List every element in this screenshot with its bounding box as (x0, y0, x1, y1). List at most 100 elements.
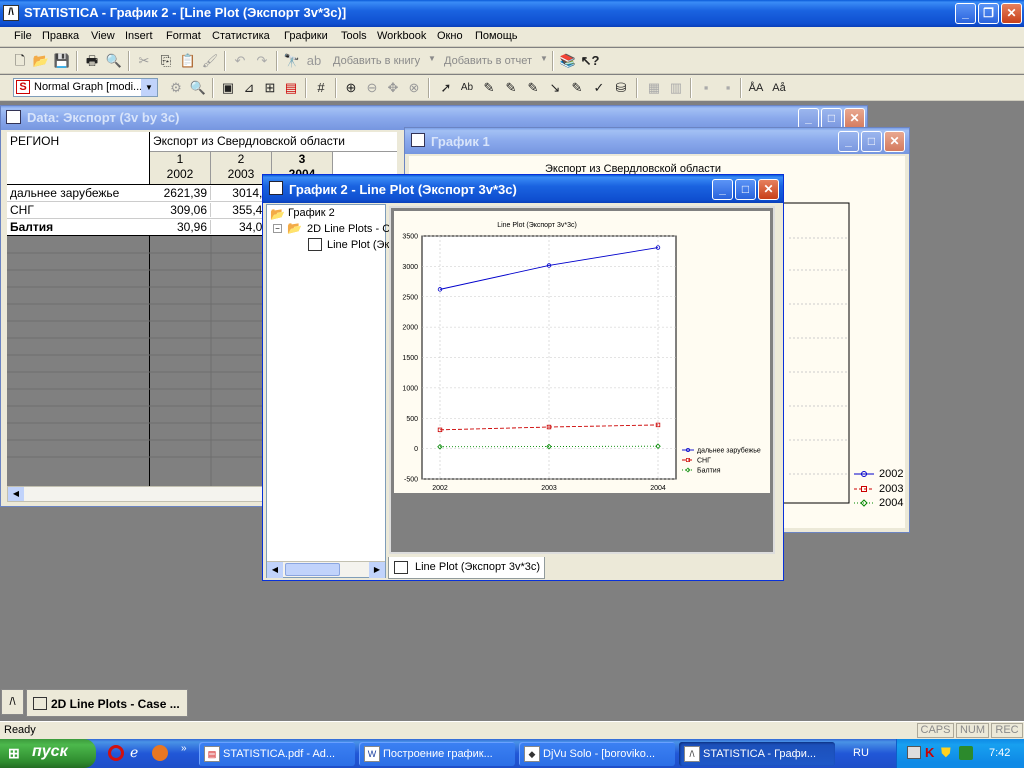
menu-tools[interactable]: Tools (341, 27, 367, 45)
embed-object-icon[interactable]: ⛁ (611, 78, 631, 98)
save-icon[interactable]: 💾 (52, 51, 72, 71)
graph-layout-icon[interactable]: ▤ (281, 78, 301, 98)
find-icon[interactable]: 🔭 (282, 51, 302, 71)
scroll-right-icon[interactable]: ▶ (369, 562, 385, 578)
taskbar-item-word[interactable]: W Построение график... (359, 742, 515, 766)
tree-horizontal-scrollbar[interactable]: ◀ ▶ (267, 561, 385, 578)
graph-icon[interactable]: ▣ (218, 78, 238, 98)
pointer-icon[interactable]: ➚ (436, 78, 456, 98)
draw-arc-icon[interactable]: ✎ (523, 78, 543, 98)
language-indicator[interactable]: RU (853, 747, 869, 759)
shield-icon[interactable]: ⛊ (941, 745, 951, 761)
scroll-thumb[interactable] (285, 563, 340, 576)
format-painter-icon[interactable]: 🖌 (200, 51, 220, 71)
tree-child[interactable]: 2D Line Plots - C (307, 223, 390, 235)
app-title-bar[interactable]: /\ STATISTICA - График 2 - [Line Plot (Э… (0, 0, 1024, 27)
menu-statistics[interactable]: Статистика (212, 27, 270, 45)
menu-view[interactable]: View (91, 27, 115, 45)
zoom-out-icon[interactable]: ⊖ (362, 78, 382, 98)
menu-graphs[interactable]: Графики (284, 27, 328, 45)
graph-fit-icon[interactable]: ⊿ (239, 78, 259, 98)
maximize-button[interactable]: □ (861, 131, 882, 152)
firefox-icon[interactable] (152, 745, 168, 761)
help-pointer-icon[interactable]: ↖? (580, 51, 600, 71)
bring-front-icon[interactable]: ▪ (696, 78, 716, 98)
tree-pane[interactable]: 📂 График 2 − 📂 2D Line Plots - C Line Pl… (266, 204, 395, 578)
chevron-down-icon[interactable]: ▼ (141, 79, 157, 96)
graph1-title-bar[interactable]: График 1 _ □ ✕ (405, 128, 909, 154)
tree-root[interactable]: График 2 (288, 207, 335, 219)
graph-pane[interactable]: Line Plot (Экспорт 3v*3c) -500 0 500 1000 150… (389, 206, 775, 554)
start-button[interactable]: ⊞ пуск (0, 739, 96, 768)
paste-icon[interactable]: 📋 (178, 51, 198, 71)
antivirus-icon[interactable]: K (925, 745, 934, 760)
graph2-canvas[interactable]: Line Plot (Экспорт 3v*3c) -500 0 500 1000 150… (394, 211, 770, 493)
scroll-left-icon[interactable]: ◀ (8, 487, 24, 501)
font-larger-icon[interactable]: ÅA (746, 78, 766, 98)
graph-options-icon[interactable]: ⚙ (166, 78, 186, 98)
graph2-title-bar[interactable]: График 2 - Line Plot (Экспорт 3v*3c) _ □… (263, 175, 783, 203)
align-icon[interactable]: ▦ (644, 78, 664, 98)
menu-file[interactable]: File (14, 27, 32, 45)
graph2-window[interactable]: График 2 - Line Plot (Экспорт 3v*3c) _ □… (262, 174, 784, 581)
cell-value[interactable]: 2621,39 (150, 186, 211, 200)
grid-icon[interactable]: # (311, 78, 331, 98)
statistica-app-icon[interactable]: /\ (3, 5, 19, 21)
close-button[interactable]: ✕ (758, 179, 779, 200)
scroll-left-icon[interactable]: ◀ (267, 562, 283, 578)
taskbar-item-pdf[interactable]: ▤ STATISTICA.pdf - Ad... (199, 742, 355, 766)
group-header[interactable]: Экспорт из Свердловской области (150, 134, 397, 148)
copy-icon[interactable]: ⎘ (156, 51, 176, 71)
minimize-button[interactable]: _ (712, 179, 733, 200)
send-back-icon[interactable]: ▪ (718, 78, 738, 98)
taskbar-item-statistica[interactable]: /\ STATISTICA - Графи... (679, 742, 835, 766)
undo-icon[interactable]: ↶ (230, 51, 250, 71)
graph-mode-select[interactable]: S Normal Graph [modi... ▼ (13, 78, 158, 97)
chevron-down-icon[interactable]: ▼ (540, 54, 548, 63)
mdi-icon-button[interactable]: /\ (1, 689, 24, 715)
restore-button[interactable]: ❐ (978, 3, 999, 24)
cut-icon[interactable]: ✂ (134, 51, 154, 71)
distribute-icon[interactable]: ▥ (666, 78, 686, 98)
tree-leaf[interactable]: Line Plot (Экс (327, 239, 395, 251)
new-file-icon[interactable]: 🗋 (10, 51, 30, 71)
redo-icon[interactable]: ↷ (252, 51, 272, 71)
ie-icon[interactable]: ℯ (130, 744, 138, 761)
menu-insert[interactable]: Insert (125, 27, 153, 45)
pan-icon[interactable]: ✥ (383, 78, 403, 98)
maximize-button[interactable]: □ (821, 108, 842, 129)
zoom-in-icon[interactable]: ⊕ (341, 78, 361, 98)
network-icon[interactable] (907, 746, 921, 759)
taskbar-item-djvu[interactable]: ◆ DjVu Solo - [boroviko... (519, 742, 675, 766)
font-smaller-icon[interactable]: Aå (769, 78, 789, 98)
minimized-window[interactable]: 2D Line Plots - Case ... (26, 689, 188, 717)
close-button[interactable]: ✕ (844, 108, 865, 129)
opera-icon[interactable] (108, 745, 124, 761)
cell-value[interactable]: 30,96 (150, 220, 211, 234)
add-to-workbook-button[interactable]: Добавить в книгу (333, 55, 420, 67)
menu-edit[interactable]: Правка (42, 27, 79, 45)
print-preview-icon[interactable]: 🔍 (104, 51, 124, 71)
minimize-button[interactable]: _ (798, 108, 819, 129)
draw-polyline-icon[interactable]: ✎ (567, 78, 587, 98)
tree-collapse-icon[interactable]: − (273, 224, 282, 233)
add-to-report-button[interactable]: Добавить в отчет (444, 55, 532, 67)
draw-ellipse-icon[interactable]: ✎ (501, 78, 521, 98)
menu-help[interactable]: Помощь (475, 27, 518, 45)
draw-line-icon[interactable]: ↘ (545, 78, 565, 98)
replace-icon[interactable]: ab (304, 51, 324, 71)
open-folder-icon[interactable]: 📂 (31, 51, 51, 71)
zoom-graph-icon[interactable]: 🔍 (188, 78, 208, 98)
menu-format[interactable]: Format (166, 27, 201, 45)
books-icon[interactable]: 📚 (558, 51, 578, 71)
close-button[interactable]: ✕ (1001, 3, 1022, 24)
line-plot-chart[interactable]: Line Plot (Экспорт 3v*3c) -500 0 500 1000 150… (394, 211, 770, 493)
draw-freehand-icon[interactable]: ✓ (589, 78, 609, 98)
menu-workbook[interactable]: Workbook (377, 27, 426, 45)
region-header[interactable]: РЕГИОН (7, 134, 149, 148)
minimize-button[interactable]: _ (838, 131, 859, 152)
maximize-button[interactable]: □ (735, 179, 756, 200)
tray-app-icon[interactable] (959, 746, 973, 760)
close-button[interactable]: ✕ (884, 131, 905, 152)
col-header-1[interactable]: 1 2002 (150, 152, 211, 184)
